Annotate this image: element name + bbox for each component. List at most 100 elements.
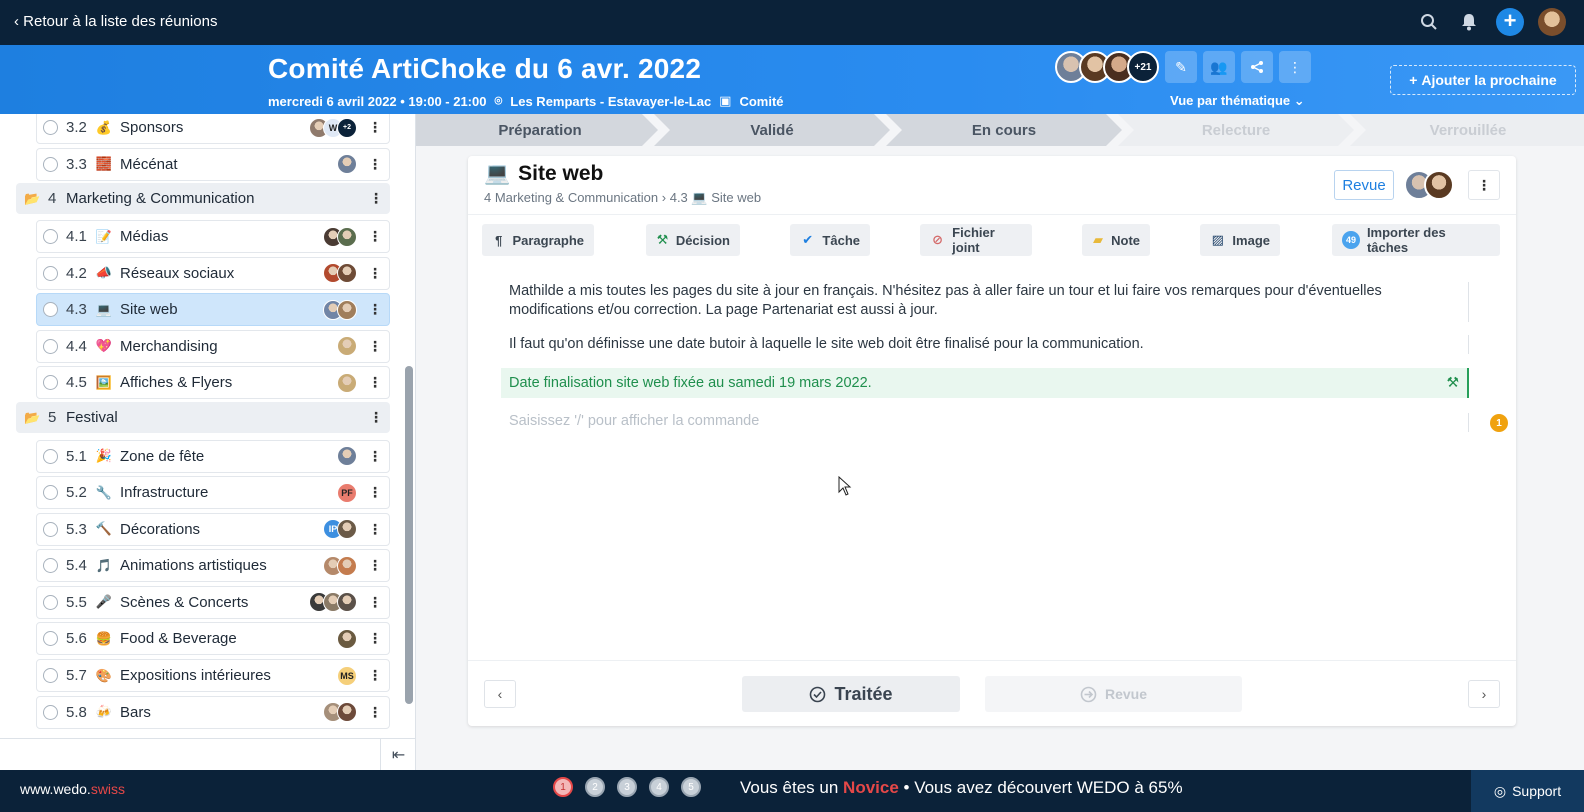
agenda-section[interactable]: 📂 5 Festival ⋮ — [16, 402, 390, 433]
status-radio[interactable] — [43, 265, 58, 281]
kebab-icon[interactable]: ⋮ — [367, 448, 383, 465]
paragraph-block[interactable]: Mathilde a mis toutes les pages du site … — [509, 282, 1469, 320]
progress-step[interactable]: 1 — [553, 777, 573, 797]
agenda-item[interactable]: 4.5 🖼️ Affiches & Flyers ⋮ — [36, 366, 390, 399]
kebab-icon[interactable]: ⋮ — [367, 338, 383, 355]
topic-more-button[interactable]: ⋮ — [1468, 170, 1500, 200]
participant-avatars[interactable]: +21 — [1055, 51, 1159, 83]
command-input[interactable]: Saisissez '/' pour afficher la commande — [509, 413, 759, 429]
add-decision-button[interactable]: ⚒ Décision — [646, 224, 740, 256]
step-in-progress[interactable]: En cours — [888, 114, 1120, 146]
add-image-button[interactable]: ▨ Image — [1200, 224, 1280, 256]
previous-topic-button[interactable]: ‹ — [484, 680, 516, 708]
kebab-icon[interactable]: ⋮ — [367, 667, 383, 684]
kebab-icon[interactable]: ⋮ — [367, 557, 383, 574]
agenda-item[interactable]: 5.3 🔨 Décorations IP ⋮ — [36, 512, 390, 546]
status-radio[interactable] — [43, 485, 58, 500]
sidebar-scrollbar[interactable] — [405, 366, 413, 704]
agenda-item[interactable]: 3.2 💰 Sponsors W +2 ⋮ — [36, 114, 390, 144]
topic-assignees[interactable] — [1404, 170, 1454, 200]
status-radio[interactable] — [43, 521, 58, 537]
agenda-section[interactable]: 📂 4 Marketing & Communication ⋮ — [16, 183, 390, 214]
kebab-icon[interactable]: ⋮ — [367, 521, 383, 538]
share-button[interactable] — [1241, 51, 1273, 83]
divider — [468, 214, 1516, 215]
back-to-meetings-link[interactable]: ‹ Retour à la liste des réunions — [14, 13, 217, 30]
status-radio[interactable] — [43, 631, 58, 646]
add-paragraph-button[interactable]: ¶ Paragraphe — [482, 224, 594, 256]
status-radio[interactable] — [43, 704, 58, 720]
add-attachment-button[interactable]: ⊘ Fichier joint — [920, 224, 1032, 256]
view-mode-dropdown[interactable]: Vue par thématique ⌄ — [1170, 93, 1305, 109]
step-validated[interactable]: Validé — [656, 114, 888, 146]
decision-block[interactable]: Date finalisation site web fixée au same… — [501, 368, 1469, 398]
agenda-item[interactable]: 5.4 🎵 Animations artistiques ⋮ — [36, 549, 390, 582]
agenda-item[interactable]: 4.2 📣 Réseaux sociaux ⋮ — [36, 256, 390, 290]
progress-step[interactable]: 2 — [585, 777, 605, 797]
participants-button[interactable]: 👥 — [1203, 51, 1235, 83]
agenda-item[interactable]: 5.5 🎤 Scènes & Concerts ⋮ — [36, 585, 390, 619]
support-button[interactable]: ◎ Support — [1471, 770, 1584, 812]
paragraph-block[interactable]: Il faut qu'on définisse une date butoir … — [509, 335, 1469, 354]
status-radio[interactable] — [43, 229, 58, 244]
add-task-button[interactable]: ✔ Tâche — [790, 224, 870, 256]
more-options-button[interactable]: ⋮ — [1279, 51, 1311, 83]
kebab-icon[interactable]: ⋮ — [367, 228, 383, 245]
step-locked[interactable]: Verrouillée — [1352, 114, 1584, 146]
search-icon[interactable] — [1416, 9, 1442, 35]
kebab-icon[interactable]: ⋮ — [367, 484, 383, 501]
comment-count-badge[interactable]: 1 — [1490, 414, 1508, 432]
agenda-item[interactable]: 3.3 🧱 Mécénat ⋮ — [36, 147, 390, 181]
status-radio[interactable] — [43, 302, 58, 317]
assignee-avatar — [337, 592, 357, 612]
agenda-item[interactable]: 5.2 🔧 Infrastructure PF ⋮ — [36, 476, 390, 509]
agenda-item[interactable]: 4.4 💖 Merchandising ⋮ — [36, 329, 390, 363]
status-radio[interactable] — [43, 156, 58, 172]
send-review-button[interactable]: Revue — [985, 676, 1242, 712]
next-topic-button[interactable]: › — [1468, 680, 1500, 708]
add-note-button[interactable]: ▰ Note — [1082, 224, 1150, 256]
progress-step[interactable]: 4 — [649, 777, 669, 797]
user-avatar[interactable] — [1538, 8, 1566, 36]
meeting-location[interactable]: Les Remparts - Estavayer-le-Lac — [510, 94, 711, 109]
agenda-item[interactable]: 5.7 🎨 Expositions intérieures MS ⋮ — [36, 659, 390, 692]
breadcrumb-section[interactable]: 4 Marketing & Communication — [484, 190, 658, 205]
agenda-item[interactable]: 5.1 🎉 Zone de fête ⋮ — [36, 439, 390, 473]
edit-button[interactable]: ✎ — [1165, 51, 1197, 83]
status-radio[interactable] — [43, 668, 58, 683]
breadcrumb: 4 Marketing & Communication › 4.3 💻 Site… — [484, 190, 761, 206]
bell-icon[interactable] — [1456, 9, 1482, 35]
status-radio[interactable] — [43, 558, 58, 573]
status-radio[interactable] — [43, 594, 58, 610]
check-icon: ✔ — [802, 232, 814, 247]
status-radio[interactable] — [43, 375, 58, 390]
step-reread[interactable]: Relecture — [1120, 114, 1352, 146]
status-radio[interactable] — [43, 338, 58, 354]
agenda-item[interactable]: 5.6 🍔 Food & Beverage ⋮ — [36, 622, 390, 655]
kebab-icon[interactable]: ⋮ — [367, 374, 383, 391]
kebab-icon[interactable]: ⋮ — [367, 594, 383, 611]
progress-step[interactable]: 3 — [617, 777, 637, 797]
kebab-icon[interactable]: ⋮ — [367, 119, 383, 136]
review-button[interactable]: Revue — [1334, 170, 1394, 200]
kebab-icon[interactable]: ⋮ — [368, 190, 384, 207]
kebab-icon[interactable]: ⋮ — [367, 156, 383, 173]
collapse-sidebar-button[interactable]: ⇤ — [380, 739, 415, 770]
status-radio[interactable] — [43, 448, 58, 464]
agenda-item[interactable]: 4.1 📝 Médias ⋮ — [36, 220, 390, 253]
agenda-item[interactable]: 5.8 🍻 Bars ⋮ — [36, 695, 390, 729]
add-icon[interactable]: + — [1496, 8, 1524, 36]
mark-treated-button[interactable]: Traitée — [742, 676, 960, 712]
kebab-icon[interactable]: ⋮ — [367, 265, 383, 282]
progress-step[interactable]: 5 — [681, 777, 701, 797]
status-radio[interactable] — [43, 120, 58, 135]
kebab-icon[interactable]: ⋮ — [367, 301, 383, 318]
add-next-meeting-button[interactable]: + Ajouter la prochaine — [1390, 65, 1576, 95]
step-preparation[interactable]: Préparation — [424, 114, 656, 146]
import-tasks-button[interactable]: 49 Importer des tâches — [1332, 224, 1500, 256]
kebab-icon[interactable]: ⋮ — [367, 630, 383, 647]
kebab-icon[interactable]: ⋮ — [367, 704, 383, 721]
kebab-icon[interactable]: ⋮ — [368, 409, 384, 426]
agenda-item[interactable]: 4.3 💻 Site web ⋮ — [36, 293, 390, 326]
site-link[interactable]: www.wedo.swiss — [20, 781, 125, 797]
